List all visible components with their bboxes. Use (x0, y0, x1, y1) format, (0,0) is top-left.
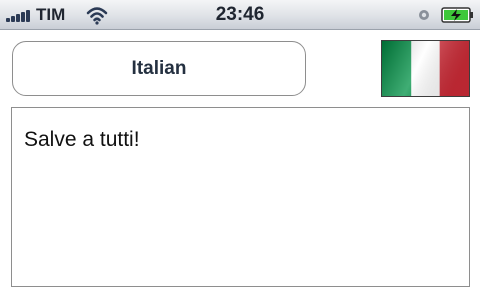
translation-text-area[interactable]: Salve a tutti! (11, 107, 470, 287)
status-bar: TIM 23:46 (0, 0, 480, 30)
lock-icon (419, 10, 429, 20)
status-clock: 23:46 (215, 4, 265, 25)
battery-charging-icon (441, 7, 473, 23)
language-select-button[interactable]: Italian (12, 41, 306, 96)
italy-flag-icon[interactable] (381, 40, 470, 97)
